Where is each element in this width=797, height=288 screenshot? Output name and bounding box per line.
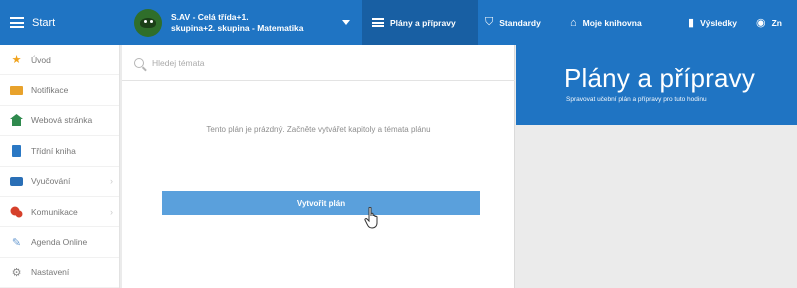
top-bar: Start S.AV - Celá třída+1. skupina+2. sk… — [0, 0, 797, 45]
class-selector-label: S.AV - Celá třída+1. skupina+2. skupina … — [171, 12, 321, 34]
sidebar: ★ Úvod Notifikace Webová stránka Třídní … — [0, 45, 120, 288]
nav-more-label: Zn — [771, 17, 782, 28]
start-button[interactable]: Start — [0, 0, 120, 45]
class-name: S.AV - Celá třída+1. — [171, 11, 249, 22]
sidebar-item-label: Nastavení — [31, 267, 70, 278]
nav-library[interactable]: ⌂ Moje knihovna — [570, 0, 642, 45]
chat-icon — [10, 206, 23, 218]
nav-library-label: Moje knihovna — [582, 17, 642, 28]
nav-standards[interactable]: ⛉ Standardy — [485, 0, 541, 45]
page-header: Plány a přípravy Spravovat učební plán a… — [516, 45, 797, 125]
nav-results[interactable]: ▮ Výsledky — [688, 0, 737, 45]
star-icon: ★ — [11, 54, 22, 67]
class-selector[interactable]: S.AV - Celá třída+1. skupina+2. skupina … — [134, 0, 356, 45]
chevron-down-icon — [342, 20, 350, 25]
start-label: Start — [32, 16, 56, 29]
envelope-icon — [10, 85, 23, 96]
pencil-icon: ✎ — [11, 236, 22, 249]
create-plan-button[interactable]: Vytvořit plán — [162, 191, 480, 215]
sidebar-item-label: Agenda Online — [31, 237, 88, 248]
search-input[interactable] — [152, 57, 472, 68]
sidebar-item-website[interactable]: Webová stránka — [0, 106, 119, 137]
briefcase-icon — [10, 176, 23, 187]
page-subtitle: Spravovat učební plán a přípravy pro tut… — [566, 96, 707, 103]
sidebar-item-label: Vyučování — [31, 176, 71, 187]
gear-icon: ⚙ — [11, 266, 22, 279]
nav-plans-label: Plány a přípravy — [390, 17, 456, 28]
sidebar-item-label: Úvod — [31, 54, 51, 65]
nav-more[interactable]: ◉ Zn — [756, 0, 782, 45]
class-group: skupina+2. skupina - Matematika — [171, 22, 304, 33]
sidebar-item-agenda[interactable]: ✎ Agenda Online — [0, 227, 119, 258]
search-bar — [122, 45, 515, 81]
nav-results-label: Výsledky — [700, 17, 737, 28]
hand-cursor-icon — [364, 207, 378, 229]
chevron-right-icon: › — [110, 206, 113, 217]
class-avatar — [134, 8, 162, 37]
detail-area — [516, 125, 797, 288]
chevron-right-icon: › — [110, 176, 113, 187]
library-icon: ⌂ — [570, 16, 577, 29]
nav-plans[interactable]: Plány a přípravy — [362, 0, 478, 45]
search-icon — [134, 57, 144, 68]
sidebar-item-teaching[interactable]: Vyučování › — [0, 167, 119, 197]
list-icon — [372, 18, 384, 27]
sidebar-item-settings[interactable]: ⚙ Nastavení — [0, 258, 119, 288]
plan-panel: Tento plán je prázdný. Začněte vytvářet … — [122, 45, 515, 288]
sidebar-item-notifications[interactable]: Notifikace — [0, 75, 119, 106]
sidebar-item-intro[interactable]: ★ Úvod — [0, 45, 119, 76]
home-icon — [10, 114, 23, 127]
globe-icon: ◉ — [756, 17, 766, 29]
sidebar-item-label: Komunikace — [31, 206, 78, 217]
bar-chart-icon: ▮ — [688, 17, 695, 29]
book-icon — [10, 144, 23, 157]
sidebar-item-label: Notifikace — [31, 85, 69, 96]
empty-plan-message: Tento plán je prázdný. Začněte vytvářet … — [206, 125, 431, 134]
sidebar-item-label: Webová stránka — [31, 115, 93, 126]
hamburger-icon — [10, 17, 24, 28]
sidebar-item-communication[interactable]: Komunikace › — [0, 197, 119, 228]
page-title: Plány a přípravy — [564, 63, 756, 93]
nav-standards-label: Standardy — [499, 17, 541, 28]
shield-icon: ⛉ — [485, 16, 494, 28]
sidebar-item-classbook[interactable]: Třídní kniha — [0, 136, 119, 167]
sidebar-item-label: Třídní kniha — [31, 145, 76, 156]
